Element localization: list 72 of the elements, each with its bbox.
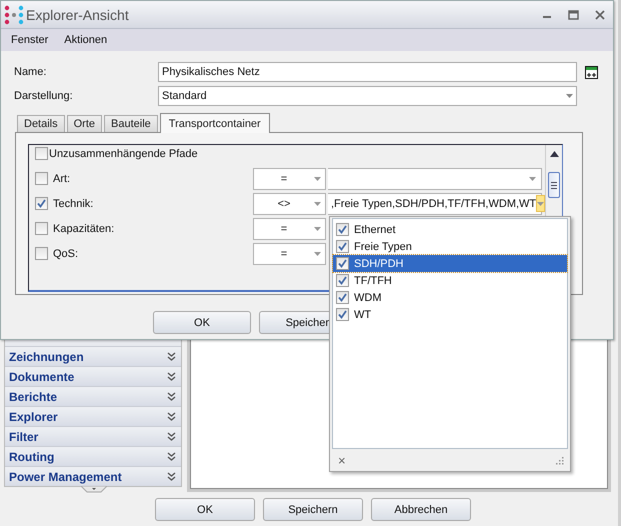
scroll-up-icon[interactable]	[550, 151, 558, 157]
sidebar-item[interactable]: Routing	[5, 446, 181, 466]
caret-icon	[314, 176, 321, 180]
double-chevron-icon	[167, 352, 176, 362]
caret-icon	[314, 226, 321, 230]
dialog-button[interactable]: Speicher	[259, 311, 331, 334]
value-dropdown[interactable]: ,Freie Typen,SDH/PDH,TF/TFH,WDM,WT	[328, 192, 542, 214]
dialog-button[interactable]: OK	[155, 498, 255, 521]
sidebar-item[interactable]: Explorer	[5, 406, 181, 426]
checkbox[interactable]	[35, 197, 48, 210]
double-chevron-icon	[167, 372, 176, 382]
checkbox[interactable]	[35, 222, 48, 235]
filter-label: QoS:	[53, 248, 78, 260]
sidebar-item[interactable]: Berichte	[5, 386, 181, 406]
view-dropdown[interactable]: Standard	[158, 86, 577, 106]
operator-dropdown[interactable]: =	[253, 242, 326, 264]
checkbox[interactable]	[35, 147, 48, 160]
view-label: Darstellung:	[14, 90, 74, 102]
tab[interactable]: Orte	[66, 115, 102, 132]
name-field[interactable]: Physikalisches Netz	[158, 62, 577, 82]
caret-icon	[566, 94, 573, 98]
close-icon[interactable]	[595, 10, 605, 20]
name-label: Name:	[14, 66, 48, 78]
operator-dropdown[interactable]: =	[253, 218, 326, 240]
checklist-item[interactable]: SDH/PDH	[333, 255, 567, 272]
double-chevron-icon	[167, 392, 176, 402]
caret-icon	[537, 202, 544, 206]
sidebar-item[interactable]: Zeichnungen	[5, 346, 181, 366]
double-chevron-icon	[167, 472, 176, 482]
checklist-item[interactable]: WT	[333, 306, 567, 323]
checkbox[interactable]	[336, 240, 349, 253]
checkbox[interactable]	[336, 274, 349, 287]
checkbox[interactable]	[336, 291, 349, 304]
window-title: Explorer-Ansicht	[26, 6, 129, 22]
checkbox[interactable]	[336, 308, 349, 321]
checklist-item[interactable]: Ethernet	[333, 221, 567, 238]
caret-icon	[314, 202, 321, 206]
sidebar-item[interactable]: Dokumente	[5, 366, 181, 386]
maximize-icon[interactable]	[568, 10, 579, 20]
checkbox[interactable]	[336, 223, 349, 236]
filter-label: Art:	[53, 172, 70, 184]
sidebar-item[interactable]: Power Management	[5, 466, 181, 486]
app-logo-icon	[4, 4, 24, 24]
tab[interactable]: Details	[17, 115, 65, 132]
dialog-button[interactable]: Speichern	[263, 498, 363, 521]
double-chevron-icon	[167, 412, 176, 422]
double-chevron-icon	[167, 432, 176, 442]
operator-dropdown[interactable]: <>	[253, 192, 326, 214]
checklist-item[interactable]: Freie Typen	[333, 238, 567, 255]
double-chevron-icon	[167, 452, 176, 462]
checklist-item[interactable]: WDM	[333, 289, 567, 306]
operator-dropdown[interactable]: =	[253, 168, 326, 190]
dialog-button[interactable]: Abbrechen	[371, 498, 471, 521]
filter-label: Kapazitäten:	[53, 222, 114, 234]
caret-icon	[529, 176, 536, 180]
scroll-thumb[interactable]	[548, 172, 560, 198]
menu-item[interactable]: Aktionen	[64, 34, 108, 46]
checkbox[interactable]	[336, 257, 349, 270]
tab[interactable]: Transportcontainer	[160, 113, 270, 133]
checkbox[interactable]	[35, 172, 48, 185]
checkbox[interactable]	[35, 247, 48, 260]
dialog-button[interactable]: OK	[153, 311, 251, 334]
checklist-item[interactable]: TF/TFH	[333, 272, 567, 289]
tab[interactable]: Bauteile	[104, 115, 158, 132]
resize-grip-icon[interactable]	[555, 456, 564, 464]
sidebar-item[interactable]: Filter	[5, 426, 181, 446]
clear-button[interactable]: ×	[338, 452, 346, 468]
window-add-icon[interactable]	[585, 66, 598, 78]
filter-label: Technik:	[53, 198, 94, 210]
caret-icon	[314, 252, 321, 256]
filter-label: Unzusammenhängende Pfade	[49, 148, 198, 160]
menu-item[interactable]: Fenster	[11, 34, 48, 46]
